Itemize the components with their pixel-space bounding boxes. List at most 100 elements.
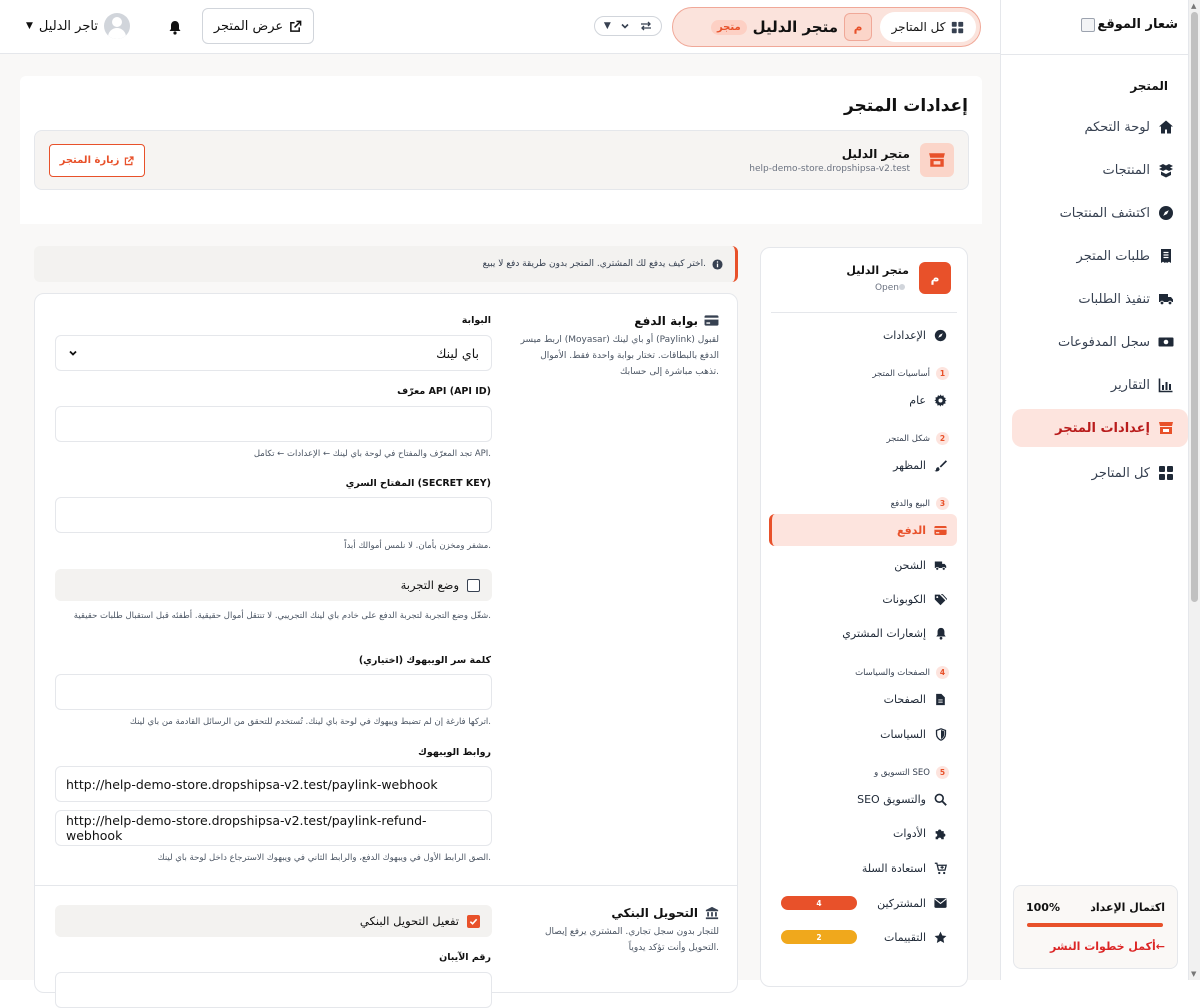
bell-icon[interactable]	[167, 19, 183, 35]
enable-bank-transfer-checkbox[interactable]	[467, 914, 480, 928]
sidebar-item-fulfillment[interactable]: تنفيذ الطلبات	[1012, 280, 1188, 318]
iban-field[interactable]	[55, 972, 492, 1008]
gateway-select[interactable]: باي لينك	[55, 335, 492, 371]
main-sidebar: شعار الموقع المتجر لوحة التحكم المنتجات …	[1000, 0, 1188, 980]
settings-nav-appearance[interactable]: المظهر	[769, 449, 957, 481]
scrollbar-thumb[interactable]	[1191, 12, 1198, 602]
test-mode-toggle[interactable]: وضع التجربة	[55, 569, 492, 601]
setup-percent: 100%	[1026, 901, 1060, 914]
enable-bank-transfer-toggle[interactable]: تفعيل التحويل البنكي	[55, 905, 492, 937]
visit-store-button[interactable]: زيارة المتجر	[49, 144, 145, 177]
external-link-icon	[289, 20, 302, 33]
brush-icon	[934, 459, 947, 472]
group-label: أساسيات المتجر	[872, 368, 930, 379]
complete-setup-link[interactable]: أكمل خطوات النشر←	[1050, 940, 1165, 953]
sidebar-item-all-stores[interactable]: كل المتاجر	[1012, 454, 1188, 492]
group-number: 4	[936, 666, 949, 679]
scroll-down-arrow-icon[interactable]: ▼	[1191, 970, 1196, 978]
gear-icon	[934, 393, 947, 407]
page-scrollbar[interactable]: ▲ ▼	[1188, 0, 1200, 980]
webhook-url-field-1[interactable]: http://help-demo-store.dropshipsa-v2.tes…	[55, 766, 492, 802]
gateway-selected-value: باي لينك	[436, 345, 479, 361]
site-logo-text: شعار الموقع	[1097, 17, 1178, 32]
star-icon	[934, 931, 947, 944]
settings-nav-label: SEO والتسويق	[857, 792, 926, 806]
settings-nav-general[interactable]: عام	[769, 384, 957, 416]
secret-key-label: المفتاح السري (SECRET KEY)	[345, 478, 491, 489]
settings-nav-divider	[771, 312, 957, 313]
grid-icon	[951, 21, 964, 34]
main-content: إعدادات المتجر متجر الدليل help-demo-sto…	[0, 54, 1000, 1008]
all-stores-button[interactable]: كل المتاجر	[880, 12, 976, 42]
webhook-url-1: http://help-demo-store.dropshipsa-v2.tes…	[66, 776, 438, 792]
settings-nav-store: م متجر الدليل Open	[846, 262, 951, 294]
settings-nav-label: الإعدادات	[882, 328, 926, 342]
settings-nav-coupons[interactable]: الكوبونات	[769, 583, 957, 615]
secret-key-field[interactable]	[55, 497, 492, 533]
cart-plus-icon	[934, 862, 947, 875]
store-avatar: م	[919, 262, 951, 294]
visit-store-label: زيارة المتجر	[59, 155, 120, 166]
settings-nav-notifications[interactable]: إشعارات المشتري	[769, 617, 957, 649]
scroll-up-arrow-icon[interactable]: ▲	[1191, 2, 1196, 10]
swap-arrows-icon	[640, 20, 652, 32]
site-logo[interactable]: شعار الموقع	[1081, 17, 1178, 32]
test-mode-checkbox[interactable]	[467, 578, 480, 592]
current-store[interactable]: م متجر الدليل متجر	[710, 13, 872, 41]
store-banner: متجر الدليل help-demo-store.dropshipsa-v…	[34, 130, 969, 190]
setup-progress-bar	[1027, 923, 1163, 927]
settings-nav-cart-recovery[interactable]: استعادة السلة	[769, 852, 957, 884]
sidebar-divider	[1001, 54, 1188, 55]
settings-nav-policies[interactable]: السياسات	[769, 718, 957, 750]
sidebar-item-dashboard[interactable]: لوحة التحكم	[1012, 108, 1188, 146]
top-bar: كل المتاجر م متجر الدليل متجر ▼ عرض المت…	[0, 0, 1000, 54]
settings-nav-seo[interactable]: SEO والتسويق	[769, 783, 957, 815]
setup-title: اكتمال الإعداد	[1090, 901, 1165, 914]
api-id-label: معرّف API (API ID)	[397, 386, 491, 397]
truck-icon	[934, 559, 947, 572]
group-number: 3	[936, 497, 949, 510]
settings-nav-label: المظهر	[893, 458, 926, 472]
settings-nav-payment[interactable]: الدفع	[769, 514, 957, 546]
boxes-icon	[1158, 162, 1174, 178]
settings-nav-label: المشتركين	[877, 896, 926, 910]
settings-nav-label: عام	[909, 393, 926, 407]
shield-icon	[934, 727, 947, 741]
settings-nav-label: الكوبونات	[882, 592, 926, 606]
group-number: 5	[936, 766, 949, 779]
store-icon	[1158, 420, 1174, 436]
webhook-password-label: كلمة سر الويبهوك (اختياري)	[358, 655, 491, 666]
sidebar-item-reports[interactable]: التقارير	[1012, 366, 1188, 404]
webhook-password-field[interactable]	[55, 674, 492, 710]
sidebar-item-products[interactable]: المنتجات	[1012, 151, 1188, 189]
info-banner-text: اختر كيف يدفع لك المشتري. المتجر بدون طر…	[482, 259, 706, 269]
settings-nav-pages[interactable]: الصفحات	[769, 683, 957, 715]
tags-icon	[934, 593, 947, 606]
compass-icon	[1158, 205, 1174, 221]
sidebar-item-payments-log[interactable]: سجل المدفوعات	[1012, 323, 1188, 361]
settings-nav-tools[interactable]: الأدوات	[769, 817, 957, 849]
settings-group-look: 2 شكل المتجر	[886, 432, 949, 445]
view-store-button[interactable]: عرض المتجر	[202, 8, 314, 44]
sidebar-item-store-settings[interactable]: إعدادات المتجر	[1012, 409, 1188, 447]
all-stores-label: كل المتاجر	[891, 20, 946, 34]
sidebar-item-discover[interactable]: اكتشف المنتجات	[1012, 194, 1188, 232]
group-label: الصفحات والسياسات	[855, 667, 930, 678]
group-label: البيع والدفع	[890, 498, 930, 509]
test-mode-label: وضع التجربة	[400, 578, 459, 592]
store-type-badge: متجر	[710, 19, 747, 35]
avatar	[103, 13, 130, 39]
settings-nav-shipping[interactable]: الشحن	[769, 549, 957, 581]
sidebar-item-store-orders[interactable]: طلبات المتجر	[1012, 237, 1188, 275]
enable-bank-transfer-label: تفعيل التحويل البنكي	[359, 914, 459, 928]
gateway-section-title: بوابة الدفع	[634, 313, 719, 328]
settings-nav-settings[interactable]: الإعدادات	[769, 319, 957, 351]
store-switch-dropdown[interactable]: ▼	[594, 16, 662, 36]
settings-nav: م متجر الدليل Open الإعدادات 1 أساسيات ا…	[760, 247, 968, 987]
webhook-url-field-2[interactable]: http://help-demo-store.dropshipsa-v2.tes…	[55, 810, 492, 846]
caret-down-icon: ▼	[26, 21, 33, 31]
api-id-field[interactable]	[55, 406, 492, 442]
user-menu[interactable]: ▼ تاجر الدليل	[26, 13, 130, 39]
setup-progress-card: اكتمال الإعداد 100% أكمل خطوات النشر←	[1013, 885, 1178, 969]
broken-image-icon	[1081, 17, 1096, 32]
